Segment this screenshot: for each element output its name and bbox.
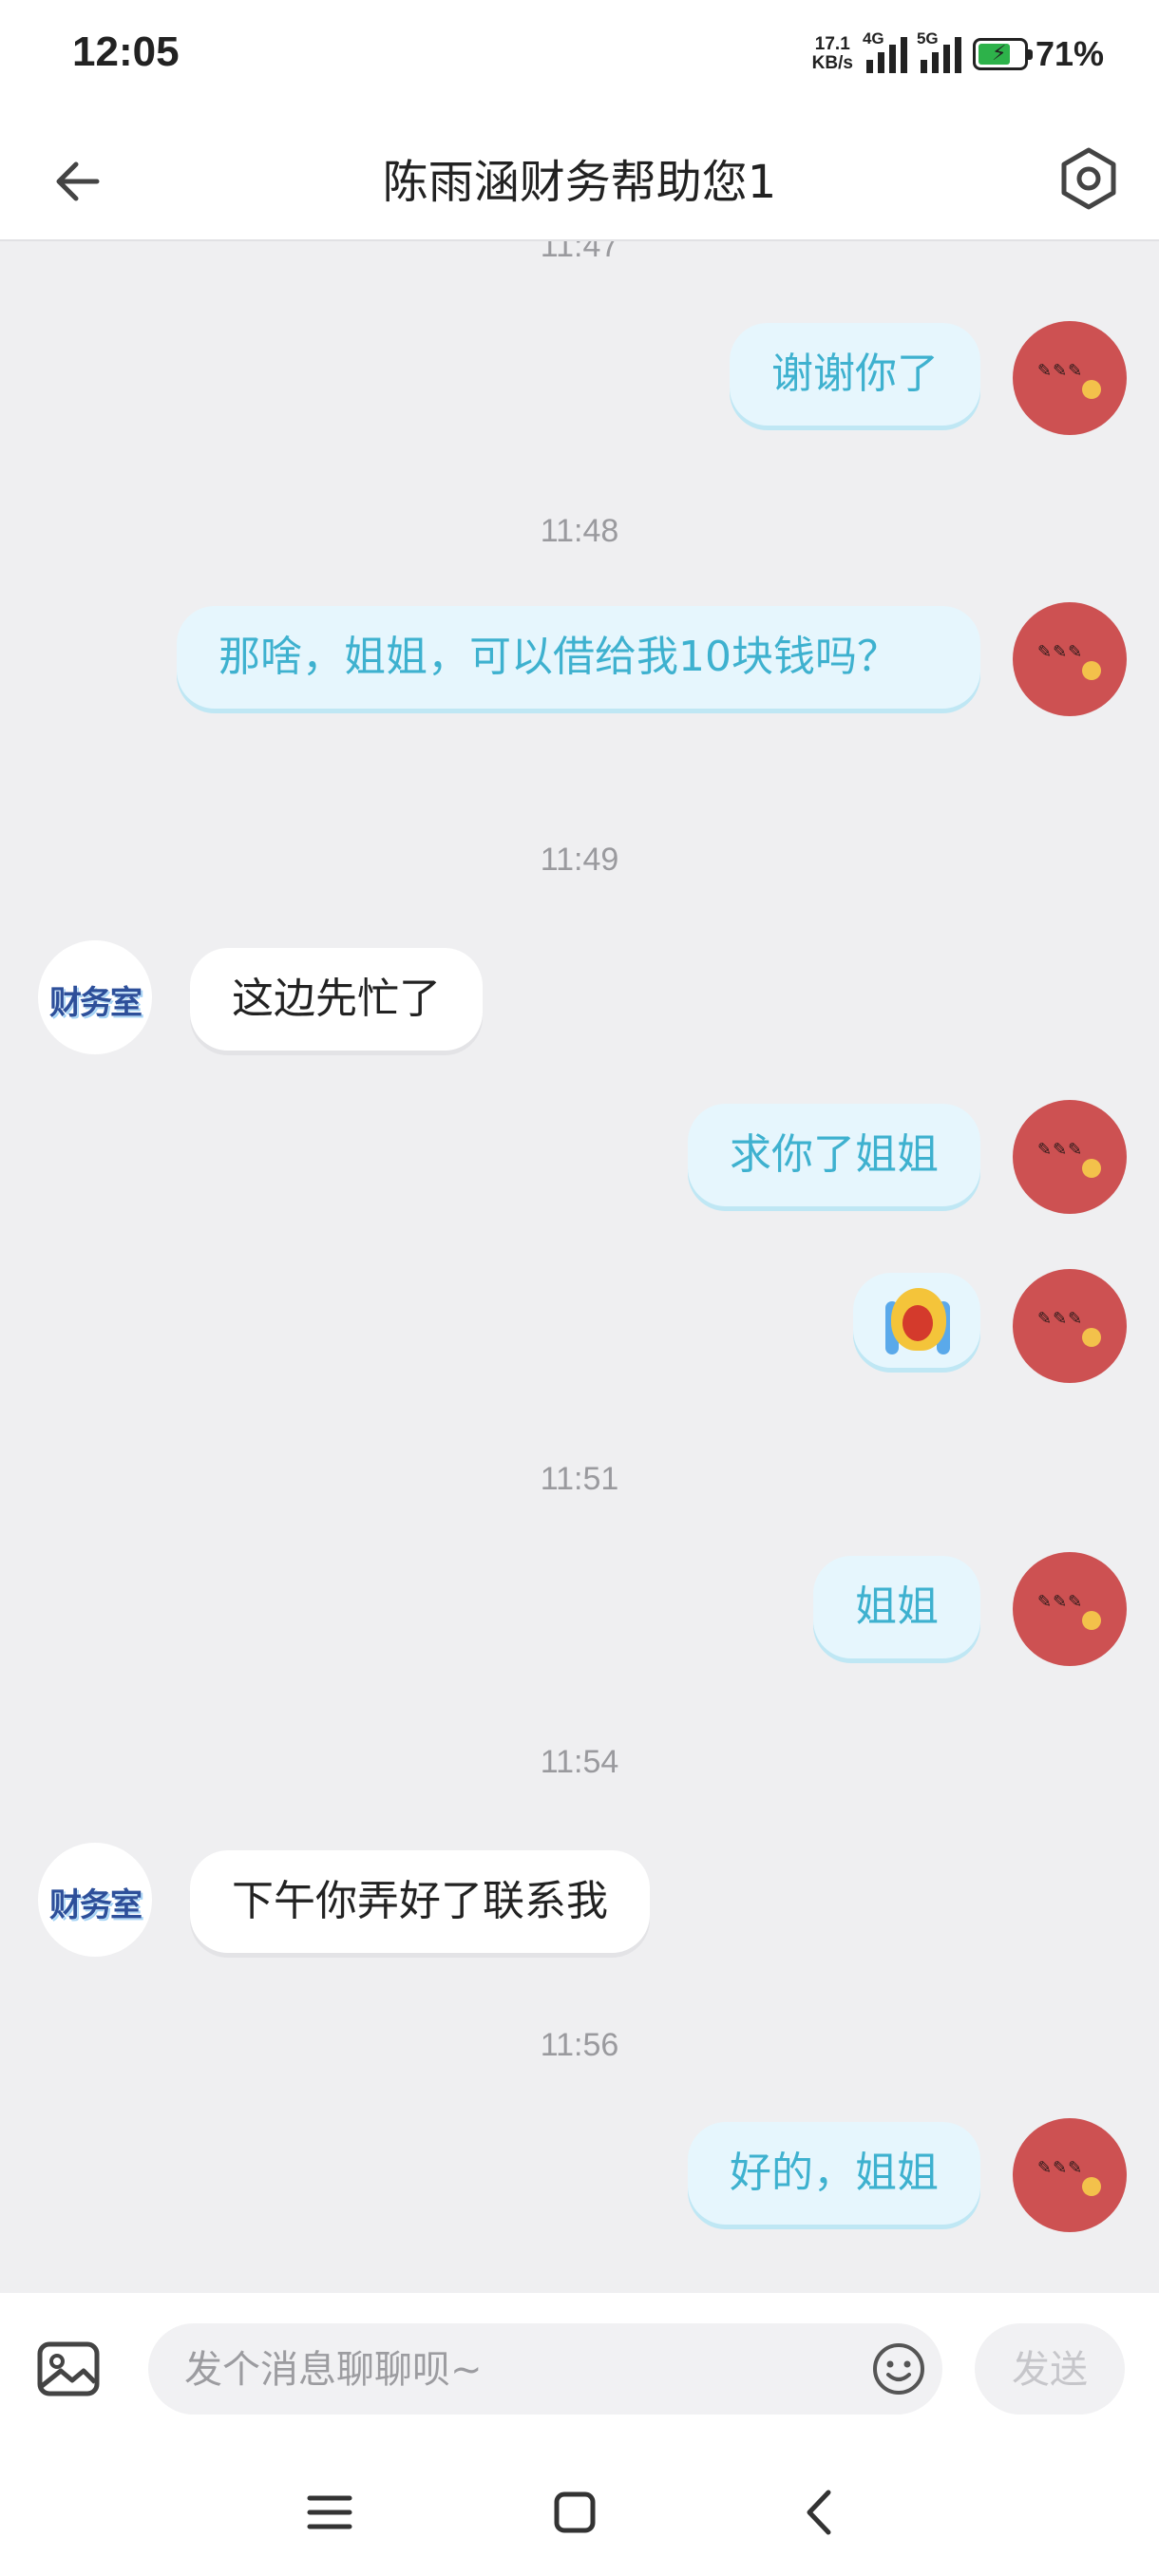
chat-header: 陈雨涵财务帮助您1 xyxy=(0,114,1159,241)
status-icons: 17.1 KB/s 4G 5G ⚡ 71% xyxy=(812,29,1104,78)
charging-bolt-icon: ⚡ xyxy=(991,42,1007,66)
avatar-calligraphy-icon: ✎✎✎ xyxy=(1037,2158,1084,2178)
battery-icon: ⚡ xyxy=(972,38,1033,70)
battery: ⚡ 71% xyxy=(972,34,1104,74)
battery-percent: 71% xyxy=(1035,34,1104,73)
network-speed-value: 17.1 xyxy=(814,34,850,54)
contact-logo: 财务室 xyxy=(49,984,142,1022)
contact-message-bubble[interactable]: 这边先忙了 xyxy=(190,948,483,1051)
contact-avatar[interactable]: 财务室 xyxy=(38,940,152,1054)
message-input-container xyxy=(148,2323,942,2416)
menu-icon xyxy=(307,2495,352,2529)
image-picker-button[interactable] xyxy=(34,2335,103,2403)
timestamp: 11:48 xyxy=(540,513,619,549)
my-avatar[interactable]: ✎✎✎ xyxy=(1013,602,1127,716)
network-speed: 17.1 KB/s xyxy=(812,35,853,73)
message-list[interactable]: 11:47 谢谢你了 ✎✎✎ 11:48 那啥，姐姐，可以借给我10块钱吗？ ✎… xyxy=(0,241,1159,2293)
message-input[interactable] xyxy=(182,2323,813,2416)
chevron-left-icon xyxy=(807,2490,831,2535)
avatar-calligraphy-icon: ✎✎✎ xyxy=(1037,361,1084,381)
timestamp: 11:49 xyxy=(540,842,619,878)
nav-back-button[interactable] xyxy=(788,2479,855,2546)
my-message-bubble[interactable]: 好的，姐姐 xyxy=(688,2122,980,2225)
my-message-bubble[interactable]: 姐姐 xyxy=(813,1556,980,1658)
contact-logo: 财务室 xyxy=(49,1886,142,1924)
sim1-label: 4G xyxy=(862,29,884,47)
system-nav-bar xyxy=(0,2445,1159,2576)
sim2-signal-icon: 5G xyxy=(917,29,961,73)
status-bar: 12:05 17.1 KB/s 4G 5G ⚡ 71% xyxy=(0,0,1159,114)
page-title: 陈雨涵财务帮助您1 xyxy=(382,156,777,209)
settings-button[interactable] xyxy=(1053,142,1125,215)
sim2-label: 5G xyxy=(916,29,939,47)
my-avatar[interactable]: ✎✎✎ xyxy=(1013,1269,1127,1383)
sim1-signal-icon: 4G xyxy=(863,29,907,73)
square-home-icon xyxy=(554,2491,596,2533)
menu-button[interactable] xyxy=(296,2479,363,2546)
my-message-bubble[interactable]: 谢谢你了 xyxy=(730,323,980,426)
my-avatar[interactable]: ✎✎✎ xyxy=(1013,321,1127,435)
my-message-bubble[interactable]: 那啥，姐姐，可以借给我10块钱吗？ xyxy=(177,606,980,709)
avatar-calligraphy-icon: ✎✎✎ xyxy=(1037,642,1084,662)
timestamp: 11:51 xyxy=(540,1461,619,1497)
timestamp: 11:54 xyxy=(540,1744,619,1780)
home-button[interactable] xyxy=(542,2479,608,2546)
my-avatar[interactable]: ✎✎✎ xyxy=(1013,2118,1127,2232)
my-avatar[interactable]: ✎✎✎ xyxy=(1013,1552,1127,1666)
avatar-calligraphy-icon: ✎✎✎ xyxy=(1037,1592,1084,1612)
crying-face-icon xyxy=(885,1282,950,1358)
send-button[interactable]: 发送 xyxy=(975,2323,1125,2415)
my-emoji-bubble[interactable] xyxy=(853,1273,980,1368)
timestamp: 11:56 xyxy=(540,2027,619,2063)
image-icon xyxy=(37,2341,100,2396)
my-avatar[interactable]: ✎✎✎ xyxy=(1013,1100,1127,1214)
avatar-calligraphy-icon: ✎✎✎ xyxy=(1037,1309,1084,1329)
contact-avatar[interactable]: 财务室 xyxy=(38,1843,152,1957)
smiley-icon xyxy=(873,2343,924,2395)
timestamp: 11:47 xyxy=(540,241,619,264)
input-bar: 发送 xyxy=(0,2293,1159,2445)
hexagon-settings-icon xyxy=(1061,147,1116,210)
status-time: 12:05 xyxy=(72,28,180,75)
network-speed-unit: KB/s xyxy=(811,53,853,73)
contact-message-bubble[interactable]: 下午你弄好了联系我 xyxy=(190,1850,650,1953)
my-message-bubble[interactable]: 求你了姐姐 xyxy=(688,1104,980,1206)
avatar-calligraphy-icon: ✎✎✎ xyxy=(1037,1140,1084,1160)
emoji-button[interactable] xyxy=(870,2340,927,2397)
